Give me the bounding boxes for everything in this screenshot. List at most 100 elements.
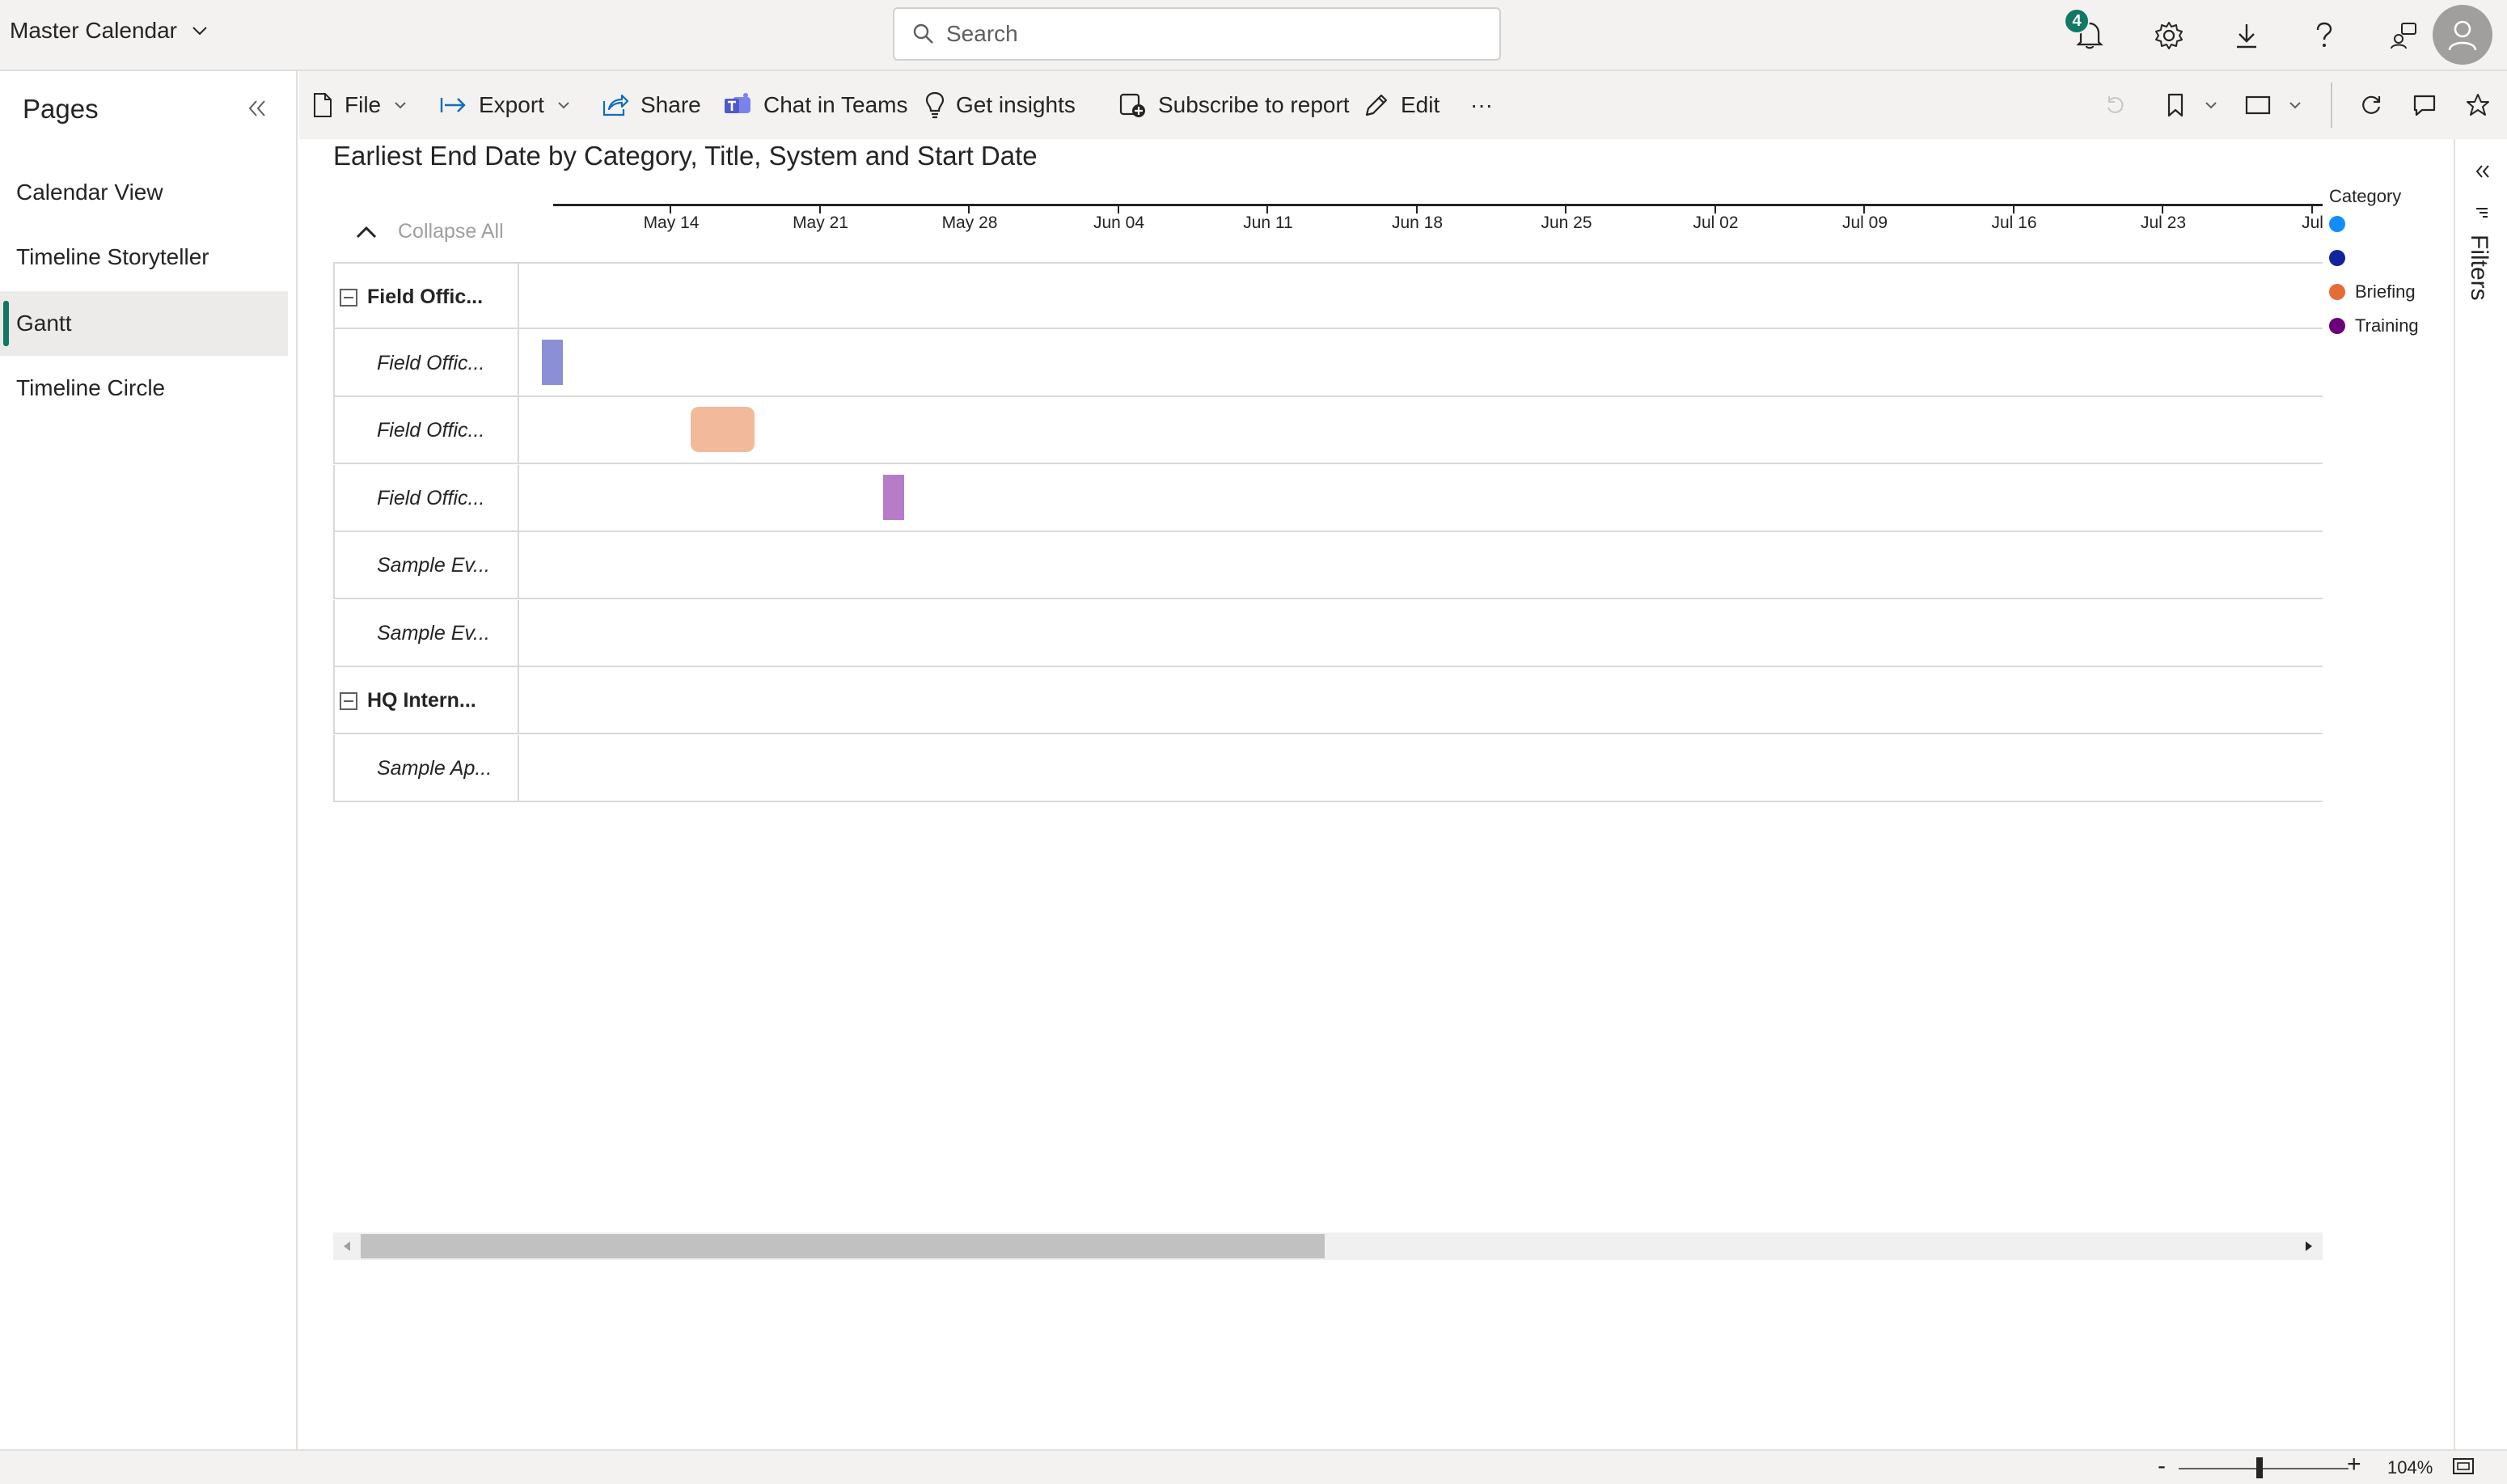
help-button[interactable] (2305, 16, 2344, 55)
legend-item[interactable]: Training (2329, 309, 2450, 343)
gantt-group-row: HQ Intern... (333, 667, 2323, 734)
pages-pane: Pages Calendar View Timeline Storyteller… (0, 71, 298, 1449)
chevron-down-icon (2205, 101, 2217, 109)
subscribe-to-report-button[interactable]: Subscribe to report (1119, 86, 1350, 125)
axis-tick-label: May 14 (643, 214, 700, 232)
export-menu-button[interactable]: Export (440, 86, 581, 125)
scrollbar-thumb[interactable] (361, 1234, 1325, 1258)
legend-item[interactable]: Briefing (2329, 275, 2450, 309)
person-icon (2446, 18, 2479, 52)
collapse-all-label: Collapse All (398, 220, 504, 243)
settings-button[interactable] (2150, 16, 2188, 55)
gantt-task-row: Sample Ap... (333, 734, 2323, 802)
zoom-slider-thumb[interactable] (2256, 1457, 2263, 1478)
row-label-cell: Sample Ap... (333, 734, 519, 802)
more-options-button[interactable]: ··· (1470, 86, 1493, 125)
filters-label[interactable]: Filters (2465, 235, 2492, 301)
zoom-slider-track[interactable] (2179, 1468, 2348, 1469)
file-menu-button[interactable]: File (312, 86, 418, 125)
legend-color-dot (2329, 216, 2345, 232)
page-item-calendar-view[interactable]: Calendar View (0, 160, 288, 225)
row-label: Field Offic... (377, 486, 485, 509)
axis-tick (1863, 205, 1865, 214)
chat-in-teams-button[interactable]: Chat in Teams (723, 86, 907, 125)
page-item-timeline-circle[interactable]: Timeline Circle (0, 356, 288, 421)
horizontal-scrollbar[interactable] (333, 1232, 2323, 1260)
scroll-left-button[interactable] (333, 1232, 361, 1260)
top-bar: Master Calendar 4 (0, 0, 2507, 71)
gantt-task-row: Field Offic... (333, 397, 2323, 464)
refresh-button[interactable] (2352, 86, 2391, 125)
scroll-right-button[interactable] (2295, 1232, 2323, 1260)
get-insights-button[interactable]: Get insights (925, 86, 1076, 125)
collapse-pages-button[interactable] (241, 92, 273, 125)
axis-tick (2162, 205, 2163, 214)
legend-title: Category (2329, 186, 2402, 206)
view-dropdown[interactable] (2276, 86, 2315, 125)
collapse-group-icon[interactable] (340, 691, 357, 710)
row-label-cell: Field Offic... (333, 264, 519, 331)
lightbulb-icon (925, 91, 956, 119)
collapse-group-icon[interactable] (340, 288, 357, 307)
download-button[interactable] (2227, 16, 2266, 55)
axis-tick (968, 205, 970, 214)
people-feedback-icon (2389, 21, 2418, 50)
share-label: Share (640, 92, 701, 117)
legend-item[interactable] (2329, 207, 2450, 241)
chevron-down-icon (394, 101, 418, 109)
edit-label: Edit (1401, 92, 1440, 117)
axis-tick-label: Jun 18 (1391, 214, 1444, 232)
subscribe-icon (1119, 91, 1158, 119)
edit-button[interactable]: Edit (1363, 86, 1440, 125)
double-chevron-left-icon (2475, 164, 2491, 179)
row-label: Field Offic... (377, 351, 485, 374)
page-item-timeline-storyteller[interactable]: Timeline Storyteller (0, 225, 288, 290)
search-input[interactable] (946, 21, 1464, 47)
axis-tick-label: Jun 11 (1243, 214, 1293, 232)
filters-pane: Filters (2454, 139, 2507, 1449)
collapse-all-button[interactable]: Collapse All (335, 220, 504, 243)
account-avatar[interactable] (2433, 5, 2492, 65)
comment-icon (2412, 94, 2437, 116)
gantt-task-row: Field Offic... (333, 464, 2323, 532)
axis-tick (670, 205, 671, 214)
axis-tick (1714, 205, 1716, 214)
gantt-bar[interactable] (541, 339, 564, 385)
legend-item[interactable] (2329, 241, 2450, 275)
share-button[interactable]: Share (602, 86, 701, 125)
axis-tick (1415, 205, 1418, 214)
fit-to-page-button[interactable] (2452, 1457, 2475, 1475)
zoom-in-button[interactable]: + (2347, 1451, 2361, 1478)
bookmark-dropdown[interactable] (2192, 86, 2230, 125)
refresh-visual-button[interactable] (2096, 86, 2135, 125)
row-label: Field Offic... (367, 285, 484, 308)
more-options-label: ··· (1470, 92, 1493, 117)
fit-page-icon (2452, 1457, 2475, 1475)
star-icon (2466, 93, 2490, 117)
gantt-group-row: Field Offic... (333, 262, 2323, 331)
feedback-button[interactable] (2384, 16, 2423, 55)
row-label-cell: Field Offic... (333, 329, 519, 397)
filter-icon (2473, 204, 2491, 222)
axis-tick-label: Jul 16 (1991, 214, 2037, 232)
comments-button[interactable] (2405, 86, 2444, 125)
expand-filters-button[interactable] (2467, 155, 2499, 188)
view-button[interactable] (2239, 86, 2277, 125)
chevron-up-icon (356, 226, 377, 239)
gantt-bar[interactable] (691, 407, 755, 452)
favorite-button[interactable] (2458, 86, 2497, 125)
bookmark-button[interactable] (2156, 86, 2195, 125)
download-icon (2234, 22, 2260, 49)
export-arrow-icon (440, 95, 479, 116)
zoom-out-button[interactable]: - (2158, 1452, 2166, 1480)
file-label: File (345, 92, 382, 117)
report-title-dropdown[interactable]: Master Calendar (10, 18, 208, 44)
share-icon (602, 93, 640, 117)
search-box[interactable] (893, 7, 1501, 61)
axis-tick-label: Jun 25 (1541, 214, 1592, 232)
page-item-gantt[interactable]: Gantt (0, 291, 288, 356)
row-label-cell: Field Offic... (333, 397, 519, 464)
axis-tick (1117, 205, 1119, 214)
gantt-bar[interactable] (882, 474, 904, 520)
axis-tick (1266, 205, 1268, 214)
